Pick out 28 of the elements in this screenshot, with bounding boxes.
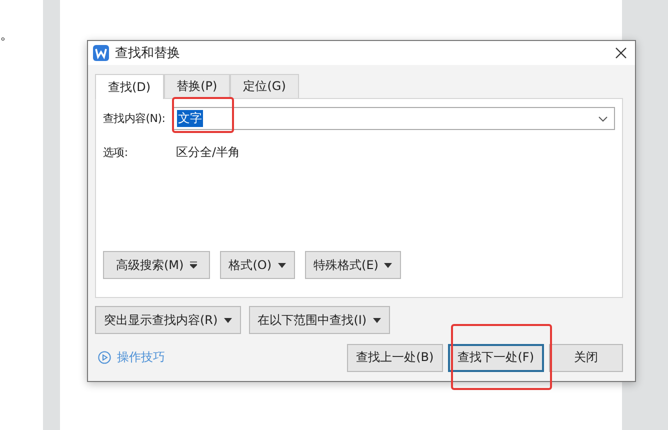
caret-icon — [278, 262, 286, 268]
caret-icon — [384, 262, 392, 268]
expand-icon — [190, 261, 197, 269]
dropdown-button[interactable]: 在以下范围中查找(I) — [248, 306, 390, 334]
dropdown-button[interactable]: 特殊格式(E) — [304, 251, 402, 279]
action-button[interactable]: 查找下一处(F) — [448, 344, 544, 372]
tab[interactable]: 查找(D) — [95, 74, 164, 99]
app-icon — [93, 45, 109, 61]
caret-icon — [372, 318, 381, 322]
dropdown-button[interactable]: 格式(O) — [220, 251, 295, 279]
dropdown-button[interactable]: 高级搜索(M) — [103, 251, 210, 279]
tab[interactable]: 定位(G) — [230, 74, 299, 98]
options-value: 区分全/半角 — [176, 144, 240, 161]
close-icon[interactable] — [615, 47, 627, 59]
document-text: 。 — [0, 26, 14, 44]
find-value: 文字 — [177, 110, 204, 127]
dialog-title: 查找和替换 — [115, 45, 181, 62]
play-icon — [98, 351, 111, 364]
find-label: 查找内容(N): — [103, 111, 166, 126]
dropdown-button[interactable]: 突出显示查找内容(R) — [95, 306, 241, 334]
action-button[interactable]: 查找上一处(B) — [347, 344, 443, 372]
find-combo-field[interactable]: 文字 — [173, 107, 615, 130]
action-button[interactable]: 关闭 — [549, 344, 623, 372]
tab[interactable]: 替换(P) — [164, 74, 230, 98]
caret-icon — [224, 318, 232, 322]
highlight-frame — [172, 97, 234, 133]
chevron-icon — [598, 116, 608, 122]
options-label: 选项: — [103, 145, 129, 160]
